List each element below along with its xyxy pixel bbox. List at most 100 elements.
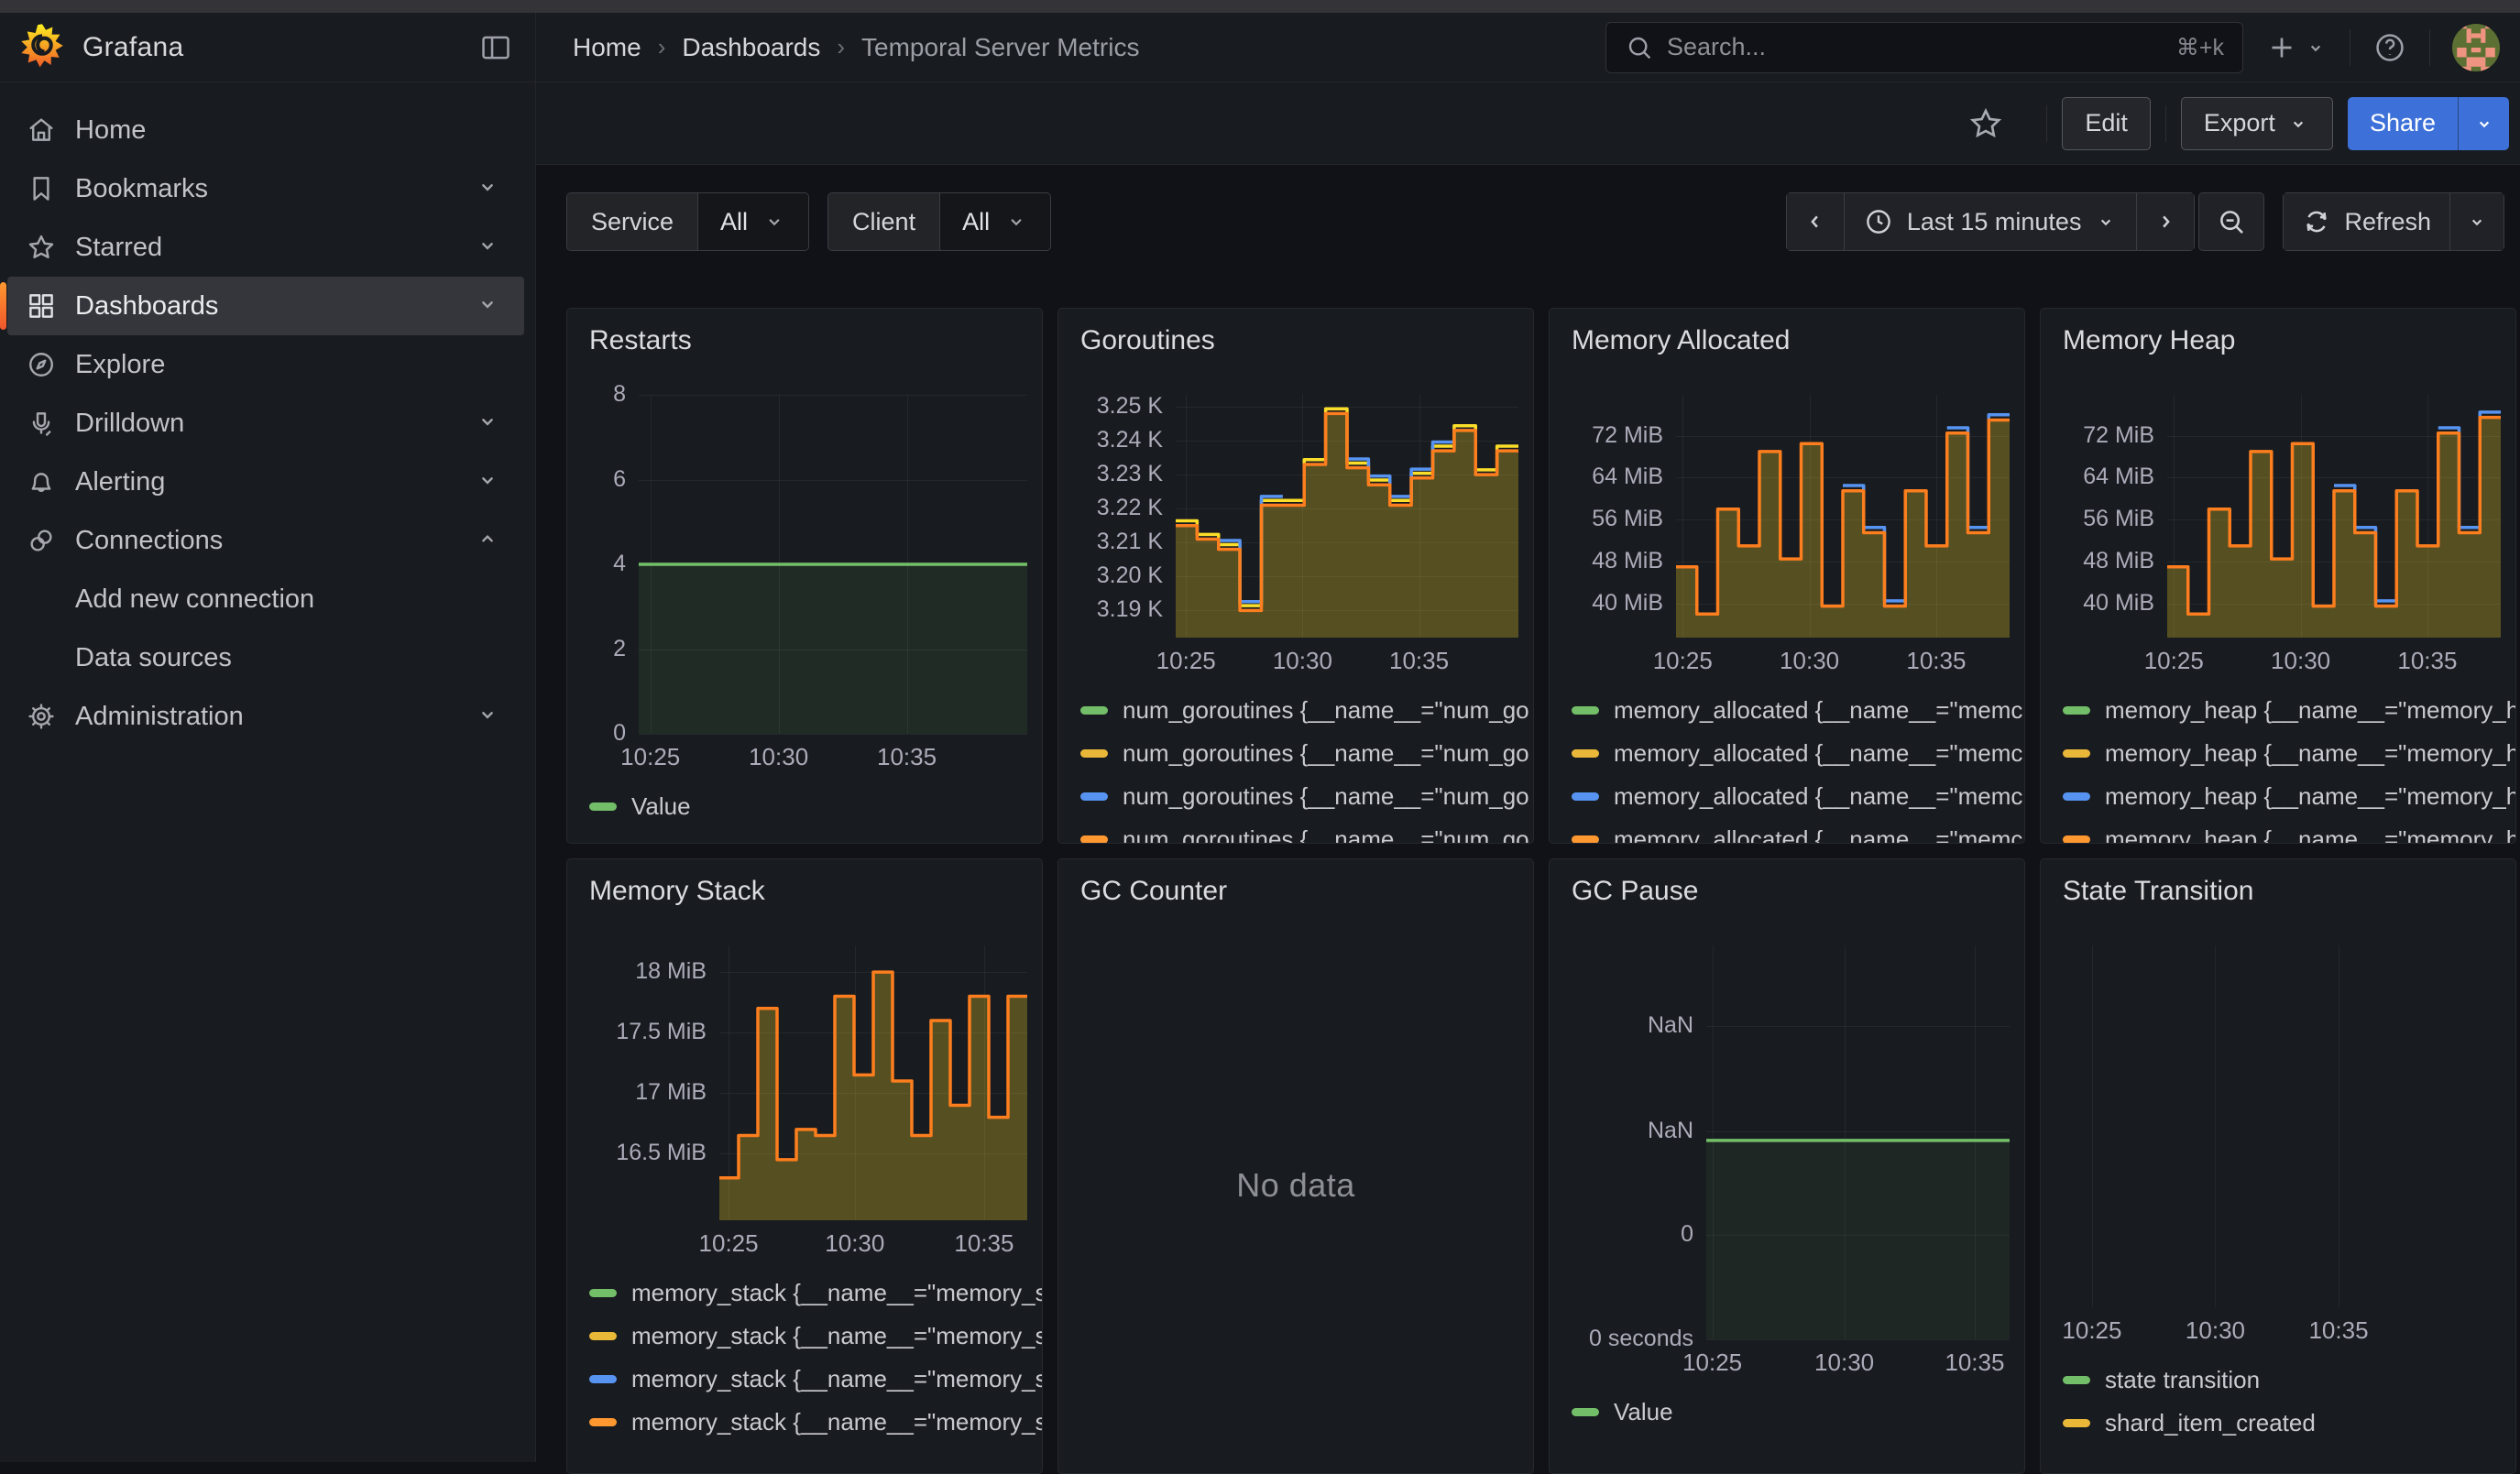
no-data-message: No data [1073,911,1518,1460]
legend-item[interactable]: Value [1572,1391,2010,1434]
time-range-picker[interactable]: Last 15 minutes [1845,192,2138,251]
legend-item[interactable]: memory_allocated {__name__="memc [1572,775,2010,818]
chevron-down-icon[interactable] [475,174,500,204]
chevron-down-icon[interactable] [475,702,500,732]
legend-item[interactable]: Value [589,785,1027,828]
legend-item[interactable]: memory_stack {__name__="memory_s [589,1315,1027,1358]
filter-value[interactable]: All [698,193,808,250]
favorite-star-icon[interactable] [1967,105,2004,142]
legend-item[interactable]: num_goroutines {__name__="num_go [1080,732,1518,775]
y-tick-label: 3.24 K [1097,427,1163,453]
sidebar-item-alerting[interactable]: Alerting [7,453,524,511]
help-icon[interactable] [2372,30,2407,65]
y-tick-label: 56 MiB [2083,506,2154,532]
panel-title[interactable]: GC Counter [1073,872,1518,911]
legend-swatch [1572,792,1599,801]
plot-area[interactable] [1706,945,2010,1339]
y-tick-label: 72 MiB [1592,422,1663,449]
legend-swatch [2063,835,2090,844]
sidebar-item-home[interactable]: Home [7,101,524,159]
legend-item[interactable]: memory_heap {__name__="memory_h [2063,818,2501,844]
panel-title[interactable]: Memory Stack [582,872,1027,911]
zoom-out-button[interactable] [2198,192,2264,251]
bookmark-icon [7,173,75,204]
sidebar-item-administration[interactable]: Administration [7,687,524,746]
panel-title[interactable]: Memory Allocated [1564,322,2010,360]
sidebar-item-label: Dashboards [75,291,475,322]
panel-title[interactable]: State Transition [2055,872,2501,911]
chevron-down-icon[interactable] [475,409,500,439]
plot-area[interactable] [2068,945,2501,1307]
legend-item[interactable]: num_goroutines {__name__="num_go [1080,775,1518,818]
legend-item[interactable]: memory_allocated {__name__="memc [1572,732,2010,775]
chevron-down-icon[interactable] [475,233,500,263]
sidebar-item-connections[interactable]: Connections [7,511,524,570]
x-tick-label: 10:35 [877,743,937,771]
legend-item[interactable]: memory_allocated {__name__="memc [1572,818,2010,844]
y-tick-label: 0 seconds [1589,1326,1693,1352]
share-button[interactable]: Share [2348,97,2458,150]
breadcrumb-item[interactable]: Dashboards [682,33,820,62]
legend-item[interactable]: num_goroutines {__name__="num_go [1080,818,1518,844]
dashboard-toolbar: ServiceAll ClientAll Last 15 minutes [536,165,2520,266]
legend-item[interactable]: shard_item_created [2063,1402,2501,1445]
sidebar-item-dashboards[interactable]: Dashboards [7,277,524,335]
y-axis: 16.5 MiB17 MiB17.5 MiB18 MiB [582,945,719,1220]
sidebar-item-explore[interactable]: Explore [7,335,524,394]
plot-area[interactable] [1676,395,2010,638]
export-button[interactable]: Export [2181,97,2333,150]
y-tick-label: 40 MiB [1592,590,1663,617]
sidebar-item-add-new-connection[interactable]: Add new connection [7,570,524,628]
chevron-down-icon[interactable] [475,291,500,322]
plot-area[interactable] [1176,395,1518,638]
legend-item[interactable]: memory_stack {__name__="memory_s [589,1358,1027,1401]
refresh-button[interactable]: Refresh [2283,192,2450,251]
gridline [2215,945,2216,1307]
filter-client[interactable]: ClientAll [827,192,1051,251]
sidebar-item-bookmarks[interactable]: Bookmarks [7,159,524,218]
panel-title[interactable]: Goroutines [1073,322,1518,360]
legend-item[interactable]: memory_heap {__name__="memory_h [2063,689,2501,732]
chevron-up-icon[interactable] [475,526,500,556]
legend-item[interactable]: memory_stack {__name__="memory_s [589,1401,1027,1444]
sidebar-item-label: Connections [75,526,475,556]
edit-button[interactable]: Edit [2062,97,2151,150]
grafana-logo[interactable] [18,21,66,73]
sidebar-item-drilldown[interactable]: Drilldown [7,394,524,453]
refresh-interval-caret[interactable] [2450,192,2504,251]
legend-item[interactable]: num_goroutines {__name__="num_go [1080,689,1518,732]
sidebar-item-label: Explore [75,350,506,380]
panel-title[interactable]: GC Pause [1564,872,2010,911]
panel-restarts: Restarts0246810:2510:3010:35Value [566,308,1043,844]
time-forward-button[interactable] [2137,192,2195,251]
filter-value[interactable]: All [940,193,1050,250]
filter-service[interactable]: ServiceAll [566,192,809,251]
panel-title[interactable]: Memory Heap [2055,322,2501,360]
avatar[interactable] [2452,24,2500,71]
panel-gc_pause: GC PauseNaNNaN00 seconds10:2510:3010:35V… [1549,858,2025,1474]
chevron-down-icon[interactable] [475,467,500,497]
share-caret-icon[interactable] [2458,97,2509,150]
sidebar-item-starred[interactable]: Starred [7,218,524,277]
legend-item[interactable]: memory_stack {__name__="memory_s [589,1272,1027,1315]
plot-area[interactable] [2167,395,2501,638]
legend-item[interactable]: memory_heap {__name__="memory_h [2063,775,2501,818]
sidebar-item-data-sources[interactable]: Data sources [7,628,524,687]
y-axis: 40 MiB48 MiB56 MiB64 MiB72 MiB [2055,395,2167,638]
legend: num_goroutines {__name__="num_gonum_goro… [1080,689,1518,844]
legend-item[interactable]: state transition [2063,1359,2501,1402]
time-back-button[interactable] [1786,192,1845,251]
y-axis: 02468 [582,395,639,734]
legend-item[interactable]: memory_heap {__name__="memory_h [2063,732,2501,775]
y-axis [2055,945,2068,1307]
plot-area[interactable] [639,395,1027,734]
search-input[interactable]: Search... ⌘+k [1605,22,2243,73]
panel-title[interactable]: Restarts [582,322,1027,360]
legend: state transitionshard_item_created [2063,1359,2501,1445]
add-new-button[interactable] [2265,31,2328,64]
plot-area[interactable] [719,945,1027,1220]
breadcrumb-item[interactable]: Home [573,33,641,62]
legend-item[interactable]: memory_allocated {__name__="memc [1572,689,2010,732]
refresh-label: Refresh [2344,208,2431,236]
dock-menu-icon[interactable] [478,30,513,65]
